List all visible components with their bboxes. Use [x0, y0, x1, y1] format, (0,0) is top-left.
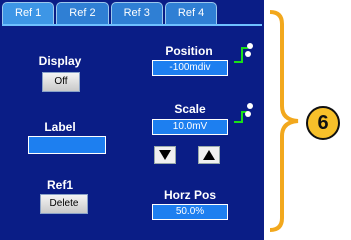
triangle-down-icon — [159, 150, 171, 160]
ref-tabs: Ref 1 Ref 2 Ref 3 Ref 4 — [2, 2, 218, 24]
display-label: Display — [38, 54, 82, 68]
position-knob-icon[interactable] — [232, 42, 254, 64]
label-field[interactable] — [28, 136, 106, 154]
ref1-label: Ref1 — [46, 178, 73, 192]
scale-label: Scale — [174, 102, 206, 116]
position-field[interactable]: -100mdiv — [152, 60, 228, 76]
horz-pos-label: Horz Pos — [163, 188, 216, 202]
scale-knob-icon[interactable] — [232, 102, 254, 124]
reference-panel: Ref 1 Ref 2 Ref 3 Ref 4 Display Off Labe… — [0, 0, 264, 240]
callout-bracket — [269, 10, 299, 232]
callout-badge: 6 — [306, 106, 340, 140]
tab-ref-1[interactable]: Ref 1 — [2, 2, 55, 24]
triangle-up-icon — [203, 150, 215, 160]
tab-ref-2[interactable]: Ref 2 — [56, 2, 109, 24]
label-heading: Label — [44, 120, 76, 134]
scale-up-button[interactable] — [198, 146, 220, 164]
scale-field[interactable]: 10.0mV — [152, 119, 228, 135]
position-label: Position — [165, 44, 213, 58]
delete-button[interactable]: Delete — [40, 194, 88, 214]
tab-ref-4[interactable]: Ref 4 — [164, 2, 218, 24]
display-off-button[interactable]: Off — [42, 72, 80, 92]
horz-pos-field[interactable]: 50.0% — [152, 204, 228, 220]
scale-down-button[interactable] — [154, 146, 176, 164]
tab-ref-3[interactable]: Ref 3 — [110, 2, 163, 24]
panel-content: Display Off Label Ref1 Delete Position -… — [2, 24, 262, 240]
